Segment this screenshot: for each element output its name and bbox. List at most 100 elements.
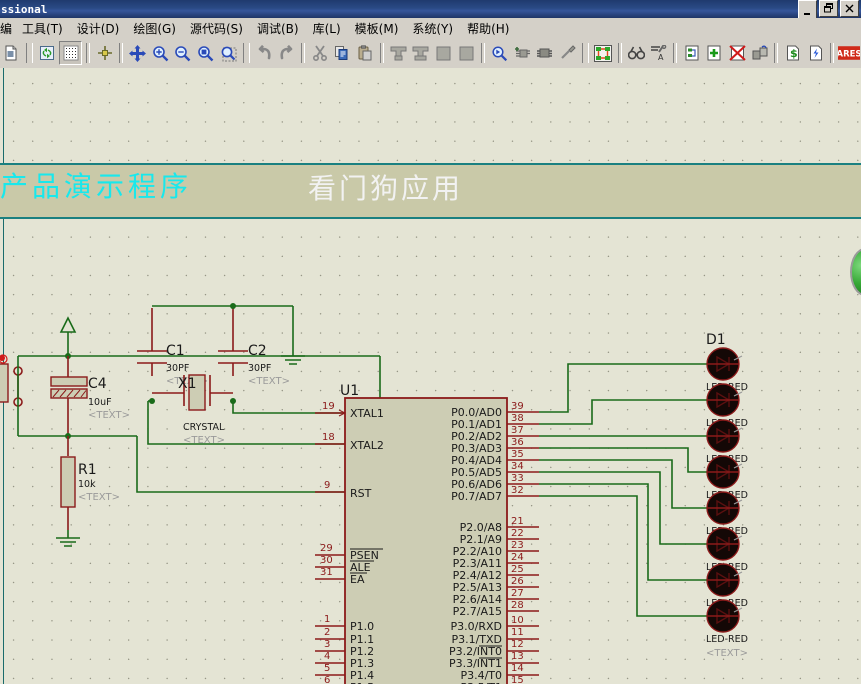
zoom-sheet-button[interactable] [195, 42, 216, 64]
block-move-button[interactable] [410, 42, 431, 64]
menu-item-debug[interactable]: 调试(B) [250, 18, 306, 39]
menu-item-help[interactable]: 帮助(H) [460, 18, 516, 39]
component-C2[interactable]: C2 30PF <TEXT> [218, 308, 290, 387]
restore-icon [823, 3, 833, 13]
window-controls [798, 0, 861, 19]
pan-button[interactable] [127, 42, 148, 64]
binoculars-icon [627, 46, 645, 60]
u1-pin-num: 1 [324, 614, 330, 625]
zoom-in-button[interactable] [150, 42, 171, 64]
doc-icon [5, 45, 17, 61]
component-C1-value: 30PF [166, 363, 189, 374]
schematic-canvas[interactable]: 产品演示程序 看门狗应用 .wire{stroke:#1a6b1a;stroke… [0, 68, 861, 684]
refresh-button[interactable] [37, 42, 58, 64]
block-copy-button[interactable] [388, 42, 409, 64]
u1-pin-num: 6 [324, 675, 330, 684]
u1-pin-num: 4 [324, 651, 330, 662]
exit-sheet-button[interactable] [750, 42, 771, 64]
make-device-button[interactable] [512, 42, 533, 64]
new-sheet-button[interactable] [1, 42, 22, 64]
menu-item-edit[interactable]: 编 [0, 18, 15, 39]
pick-device-icon [492, 45, 507, 61]
component-R1[interactable]: R1 10k <TEXT> [60, 456, 120, 530]
led-D1[interactable] [706, 347, 743, 381]
u1-right-pins-p0: P0.0/AD0 39 P0.1/AD1 38 P0.2/AD2 37 P0.3… [451, 401, 539, 503]
led-text: <TEXT> [706, 648, 748, 659]
u1-pin-num: 37 [511, 425, 524, 436]
component-C4-value: 10uF [88, 397, 112, 408]
new-root-sheet-button[interactable] [681, 42, 702, 64]
zoom-out-button[interactable] [172, 42, 193, 64]
bill-of-materials-button[interactable]: $ [782, 42, 803, 64]
u1-pin-label: P1.0 [350, 620, 374, 633]
property-assign-button[interactable]: A [648, 42, 669, 64]
u1-pin-label: P2.7/A15 [453, 605, 502, 618]
electrical-rules-button[interactable] [805, 42, 826, 64]
minimize-button[interactable] [798, 0, 817, 19]
component-C2-ref: C2 [248, 343, 267, 359]
search-button[interactable] [626, 42, 647, 64]
grid-icon [63, 45, 79, 61]
menu-item-design[interactable]: 设计(D) [70, 18, 127, 39]
u1-pin-num: 19 [322, 401, 335, 412]
led-column[interactable]: D1 LED-RED LED-RED LED-RED [706, 332, 748, 659]
undo-button[interactable] [254, 42, 275, 64]
decompose-button[interactable] [557, 42, 578, 64]
zoom-sheet-icon [198, 45, 214, 61]
packaging-tool-button[interactable] [534, 42, 555, 64]
menu-item-system[interactable]: 系统(Y) [405, 18, 460, 39]
led-value-last: LED-RED [706, 634, 748, 645]
copy-button[interactable] [332, 42, 353, 64]
component-U1[interactable]: U1 AT89C51 <TEXT> 19 XTAL1 18 XTAL2 9 [315, 383, 539, 684]
block-move-icon [412, 46, 429, 60]
block-rotate-button[interactable] [433, 42, 454, 64]
u1-pin-num: 14 [511, 663, 524, 674]
component-X1[interactable]: X1 CRYSTAL <TEXT> [152, 374, 233, 446]
window-title: ssional [1, 2, 48, 16]
make-device-icon [514, 47, 530, 58]
ares-netlist-button[interactable] [593, 42, 614, 64]
paste-button[interactable] [355, 42, 376, 64]
origin-button[interactable] [94, 42, 115, 64]
menu-item-library[interactable]: 库(L) [306, 18, 348, 39]
redo-button[interactable] [277, 42, 298, 64]
zoom-out-icon [175, 45, 191, 61]
power-symbol [59, 316, 77, 333]
undo-icon [258, 44, 271, 59]
u1-right-pins-p3: P3.0/RXD 10 P3.1/TXD 11 P3.2/INT0 12 P3.… [449, 615, 539, 684]
toggle-grid-button[interactable] [59, 41, 83, 65]
u1-pin-num: 28 [511, 600, 524, 611]
zoom-in-icon [152, 45, 168, 61]
svg-text:A: A [658, 53, 664, 61]
led-D1-ref: D1 [706, 332, 726, 348]
u1-pin-num: 13 [511, 651, 524, 662]
pick-device-button[interactable] [489, 42, 510, 64]
menu-item-source[interactable]: 源代码(S) [183, 18, 250, 39]
title-bar: ssional [0, 0, 861, 19]
ares-button[interactable]: ARES [837, 42, 860, 64]
u1-pin-num: 26 [511, 576, 524, 587]
ares-icon: ARES [837, 46, 860, 60]
refresh-icon [39, 46, 54, 60]
zoom-area-button[interactable] [218, 42, 239, 64]
restore-button[interactable] [819, 0, 838, 17]
svg-text:$: $ [790, 47, 798, 60]
exit-sheet-icon [752, 45, 768, 60]
u1-pin-num: 5 [324, 663, 330, 674]
u1-pin-num: 18 [322, 432, 335, 443]
component-C4[interactable]: C4 10uF <TEXT> [50, 368, 130, 436]
u1-pin-num: 9 [324, 480, 330, 491]
menu-item-graph[interactable]: 绘图(G) [126, 18, 183, 39]
close-button[interactable] [840, 0, 859, 17]
component-R1-ref: R1 [78, 462, 97, 478]
remove-sheet-icon [729, 45, 746, 61]
block-delete-button[interactable] [456, 42, 477, 64]
menu-item-template[interactable]: 模板(M) [348, 18, 406, 39]
cut-button[interactable] [309, 42, 330, 64]
led-routing-wires [539, 363, 712, 617]
remove-sheet-button[interactable] [727, 42, 748, 64]
u1-pin-num: 2 [324, 627, 330, 638]
menu-item-tools[interactable]: 工具(T) [15, 18, 70, 39]
add-sheet-button[interactable] [704, 42, 725, 64]
redo-icon [280, 44, 293, 59]
